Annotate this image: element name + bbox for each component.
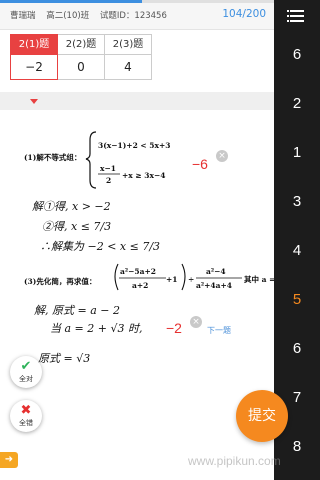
problem3-frac1-den: a+2 bbox=[132, 281, 148, 290]
tab-score: 0 bbox=[77, 60, 85, 74]
collapse-band[interactable] bbox=[0, 92, 274, 110]
next-question-link[interactable]: 下一题 bbox=[207, 325, 231, 336]
paren-left bbox=[114, 263, 119, 291]
clear-score-button[interactable]: × bbox=[190, 316, 202, 328]
page-counter: 104/200 bbox=[222, 8, 266, 20]
mark-all-wrong-label: 全错 bbox=[19, 419, 33, 427]
sidebar-question-4[interactable]: 3 bbox=[274, 193, 320, 210]
arrow-right-icon: ➜ bbox=[4, 454, 14, 465]
handwriting-line: 原式 = √3 bbox=[38, 352, 90, 365]
cross-icon: ✖ bbox=[20, 403, 32, 418]
tab-label: 2(1)题 bbox=[11, 35, 57, 55]
handwriting-line: ∴解集为 −2 < x ≤ 7/3 bbox=[40, 240, 160, 253]
problem3-frac2-num: a²−4 bbox=[206, 267, 226, 276]
caret-down-icon bbox=[30, 99, 38, 104]
problem3-tail: 其中 a = bbox=[244, 274, 274, 284]
system-brace bbox=[85, 131, 97, 189]
mark-all-correct-button[interactable]: ✔ 全对 bbox=[10, 356, 42, 388]
score-mark-problem3[interactable]: −2 bbox=[166, 320, 182, 336]
handwriting-line: 当 a = 2 + √3 时, bbox=[50, 322, 142, 335]
clear-score-button[interactable]: × bbox=[216, 150, 228, 162]
problem3-label: (3)先化简，再求值： bbox=[24, 276, 96, 286]
student-name: 曹瑞瑞 bbox=[10, 11, 36, 21]
subquestion-tabs: 2(1)题 −2 2(2)题 0 2(3)题 4 bbox=[10, 34, 152, 80]
sidebar-question-6[interactable]: 5 bbox=[274, 291, 320, 308]
score-mark-problem1[interactable]: −6 bbox=[192, 156, 208, 172]
handwriting-line: ②得, x ≤ 7/3 bbox=[42, 220, 111, 233]
question-id: 试题ID：123456 bbox=[99, 11, 167, 21]
class-name: 高二(10)班 bbox=[46, 11, 90, 21]
tab-2-2[interactable]: 2(2)题 0 bbox=[57, 34, 105, 80]
check-icon: ✔ bbox=[20, 359, 32, 374]
sidebar-question-3[interactable]: 1 bbox=[274, 144, 320, 161]
top-bar: 曹瑞瑞 高二(10)班 试题ID：123456 104/200 bbox=[0, 0, 274, 30]
sidebar-question-7[interactable]: 6 bbox=[274, 340, 320, 357]
paren-right bbox=[181, 263, 186, 291]
answer-sheet-graphic: (1)解不等式组： 3(x−1)+2 < 5x+3 x−1 2 +x ≥ 3x−… bbox=[24, 131, 274, 365]
watermark: www.pipikun.com bbox=[188, 454, 281, 468]
side-drawer-tab[interactable]: ➜ bbox=[0, 452, 18, 468]
problem1-ineq2-rest: +x ≥ 3x−4 bbox=[122, 171, 165, 180]
problem1-label: (1)解不等式组： bbox=[24, 152, 81, 162]
tab-label: 2(2)题 bbox=[58, 35, 104, 55]
problem1-ineq1: 3(x−1)+2 < 5x+3 bbox=[98, 141, 171, 150]
problem1-ineq2-num: x−1 bbox=[100, 164, 116, 173]
sidebar-question-5[interactable]: 4 bbox=[274, 242, 320, 259]
division-sign: ÷ bbox=[188, 275, 194, 284]
problem3-plus-one: +1 bbox=[166, 275, 178, 284]
progress-fill bbox=[0, 0, 143, 3]
tab-score: −2 bbox=[25, 60, 43, 74]
sidebar-question-1[interactable]: 6 bbox=[274, 46, 320, 63]
tab-2-3[interactable]: 2(3)题 4 bbox=[104, 34, 152, 80]
menu-button[interactable] bbox=[274, 0, 320, 32]
tab-2-1[interactable]: 2(1)题 −2 bbox=[10, 34, 58, 80]
problem3-frac1-num: a²−5a+2 bbox=[120, 267, 156, 276]
problem1-ineq2-den: 2 bbox=[106, 176, 111, 185]
progress-track bbox=[0, 0, 274, 3]
sidebar-question-2[interactable]: 2 bbox=[274, 95, 320, 112]
mark-all-correct-label: 全对 bbox=[19, 375, 33, 383]
tab-label: 2(3)题 bbox=[105, 35, 151, 55]
mark-all-wrong-button[interactable]: ✖ 全错 bbox=[10, 400, 42, 432]
handwriting-line: 解, 原式 = a − 2 bbox=[34, 304, 120, 317]
answer-sheet: (1)解不等式组： 3(x−1)+2 < 5x+3 x−1 2 +x ≥ 3x−… bbox=[20, 118, 274, 380]
student-info: 曹瑞瑞 高二(10)班 试题ID：123456 bbox=[10, 9, 175, 21]
tab-score: 4 bbox=[124, 60, 132, 74]
handwriting-line: 解①得, x > −2 bbox=[32, 200, 111, 213]
submit-button[interactable]: 提交 bbox=[236, 390, 288, 442]
sidebar-question-9[interactable]: 8 bbox=[274, 438, 320, 455]
problem3-frac2-den: a²+4a+4 bbox=[196, 281, 232, 290]
